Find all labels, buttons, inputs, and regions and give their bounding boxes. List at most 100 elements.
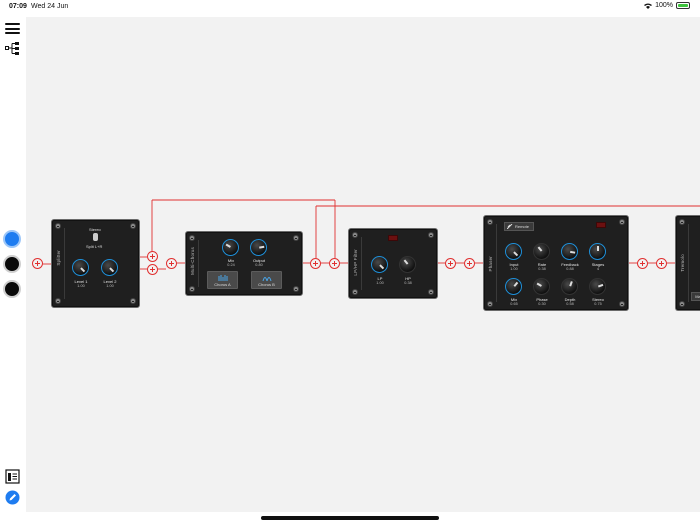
module-splitter[interactable]: Splitter Stereo Split L+R Level 1 1.00 L…	[51, 219, 140, 308]
home-indicator	[261, 516, 439, 520]
hamburger-icon[interactable]	[5, 23, 20, 34]
button-label: Ma	[695, 294, 700, 299]
screw	[487, 219, 493, 225]
knob-stereo[interactable]	[589, 278, 606, 295]
divider	[496, 224, 497, 302]
status-led	[596, 222, 606, 228]
chorus-b-icon	[262, 277, 272, 281]
module-lphp-filter[interactable]: LP/HP Filter LP 1.00 HP 0.38	[348, 228, 438, 299]
knob-feedback[interactable]	[561, 243, 578, 260]
knob-value: 1.00	[376, 281, 384, 285]
edit-pencil-icon[interactable]	[5, 490, 20, 505]
knob-hp[interactable]	[399, 256, 416, 273]
knob-value: 0.80	[255, 263, 263, 267]
input-node-blue[interactable]	[3, 230, 21, 248]
module-label: Phaser	[488, 256, 493, 272]
knob-value: 0.58	[566, 302, 574, 306]
wifi-icon	[644, 3, 653, 9]
knob-value: 0.30	[538, 302, 546, 306]
add-module-button[interactable]	[147, 251, 158, 262]
screw	[130, 298, 136, 304]
screw	[619, 219, 625, 225]
screw	[679, 219, 685, 225]
knob-value: 1.00	[77, 284, 85, 288]
battery-percent: 100%	[655, 2, 673, 9]
status-right: 100%	[644, 2, 690, 9]
knob-value: 1.00	[510, 267, 518, 271]
module-label: Multi-Chorus	[190, 247, 195, 275]
knob-level-2[interactable]	[101, 259, 118, 276]
module-label: Tremolo	[680, 254, 685, 272]
screw	[130, 223, 136, 229]
add-module-button[interactable]	[147, 264, 158, 275]
status-time: 07:09	[9, 3, 27, 10]
divider	[361, 237, 362, 290]
status-bar: 07:09 Wed 24 Jun 100%	[0, 0, 700, 14]
divider	[198, 240, 199, 287]
screw	[428, 232, 434, 238]
battery-icon	[676, 2, 690, 9]
input-node-black-1[interactable]	[3, 255, 21, 273]
module-label: LP/HP Filter	[353, 249, 358, 276]
tremolo-mode-button[interactable]: Ma	[691, 292, 700, 301]
divider	[688, 224, 689, 302]
knob-level-1[interactable]	[72, 259, 89, 276]
chorus-b-button[interactable]: Chorus B	[251, 271, 282, 289]
knob-rate[interactable]	[533, 243, 550, 260]
switch-label: Split L+R	[86, 244, 103, 249]
screw	[293, 286, 299, 292]
split-toggle[interactable]	[93, 233, 98, 241]
knob-mix[interactable]	[222, 239, 239, 256]
module-tremolo[interactable]: Tremolo Ma	[675, 215, 700, 311]
module-label: Splitter	[56, 250, 61, 266]
add-module-button[interactable]	[464, 258, 475, 269]
screw	[487, 301, 493, 307]
knob-value: 1.00	[106, 284, 114, 288]
knob-depth[interactable]	[561, 278, 578, 295]
knob-value: 0.88	[566, 267, 574, 271]
screw	[189, 235, 195, 241]
remote-icon	[507, 224, 513, 229]
screw	[679, 301, 685, 307]
mode-label: Stereo	[89, 227, 101, 232]
status-date: Wed 24 Jun	[31, 3, 69, 10]
status-led	[388, 235, 398, 241]
knob-value: 0.38	[538, 267, 546, 271]
chorus-a-icon	[218, 275, 228, 281]
add-module-button[interactable]	[637, 258, 648, 269]
add-module-button[interactable]	[166, 258, 177, 269]
knob-input[interactable]	[505, 243, 522, 260]
add-module-button[interactable]	[310, 258, 321, 269]
add-module-button[interactable]	[32, 258, 43, 269]
module-multi-chorus[interactable]: Multi-Chorus Mix 0.24 Output 0.80 Chorus…	[185, 231, 303, 296]
knob-mix[interactable]	[505, 278, 522, 295]
knob-stages[interactable]	[589, 243, 606, 260]
knob-value: 0.24	[227, 263, 235, 267]
remote-label: Remote	[514, 224, 529, 229]
screw	[55, 223, 61, 229]
tree-structure-icon[interactable]	[5, 41, 20, 56]
button-label: Chorus A	[214, 282, 231, 287]
knob-value: 4	[596, 267, 600, 271]
knob-value: 0.75	[594, 302, 602, 306]
knob-value: 0.38	[404, 281, 412, 285]
screw	[352, 289, 358, 295]
knob-value: 0.65	[510, 302, 518, 306]
module-phaser[interactable]: Phaser Remote Input 1.00 Rate 0.38 Feedb…	[483, 215, 629, 311]
chorus-a-button[interactable]: Chorus A	[207, 271, 238, 289]
screw	[293, 235, 299, 241]
button-label: Chorus B	[258, 282, 275, 287]
knob-lp[interactable]	[371, 256, 388, 273]
screw	[352, 232, 358, 238]
screw	[189, 286, 195, 292]
knob-phase[interactable]	[533, 278, 550, 295]
input-node-black-2[interactable]	[3, 280, 21, 298]
preset-list-icon[interactable]	[5, 469, 20, 484]
screw	[428, 289, 434, 295]
screw	[619, 301, 625, 307]
screw	[55, 298, 61, 304]
add-module-button[interactable]	[329, 258, 340, 269]
knob-output[interactable]	[250, 239, 267, 256]
add-module-button[interactable]	[656, 258, 667, 269]
add-module-button[interactable]	[445, 258, 456, 269]
